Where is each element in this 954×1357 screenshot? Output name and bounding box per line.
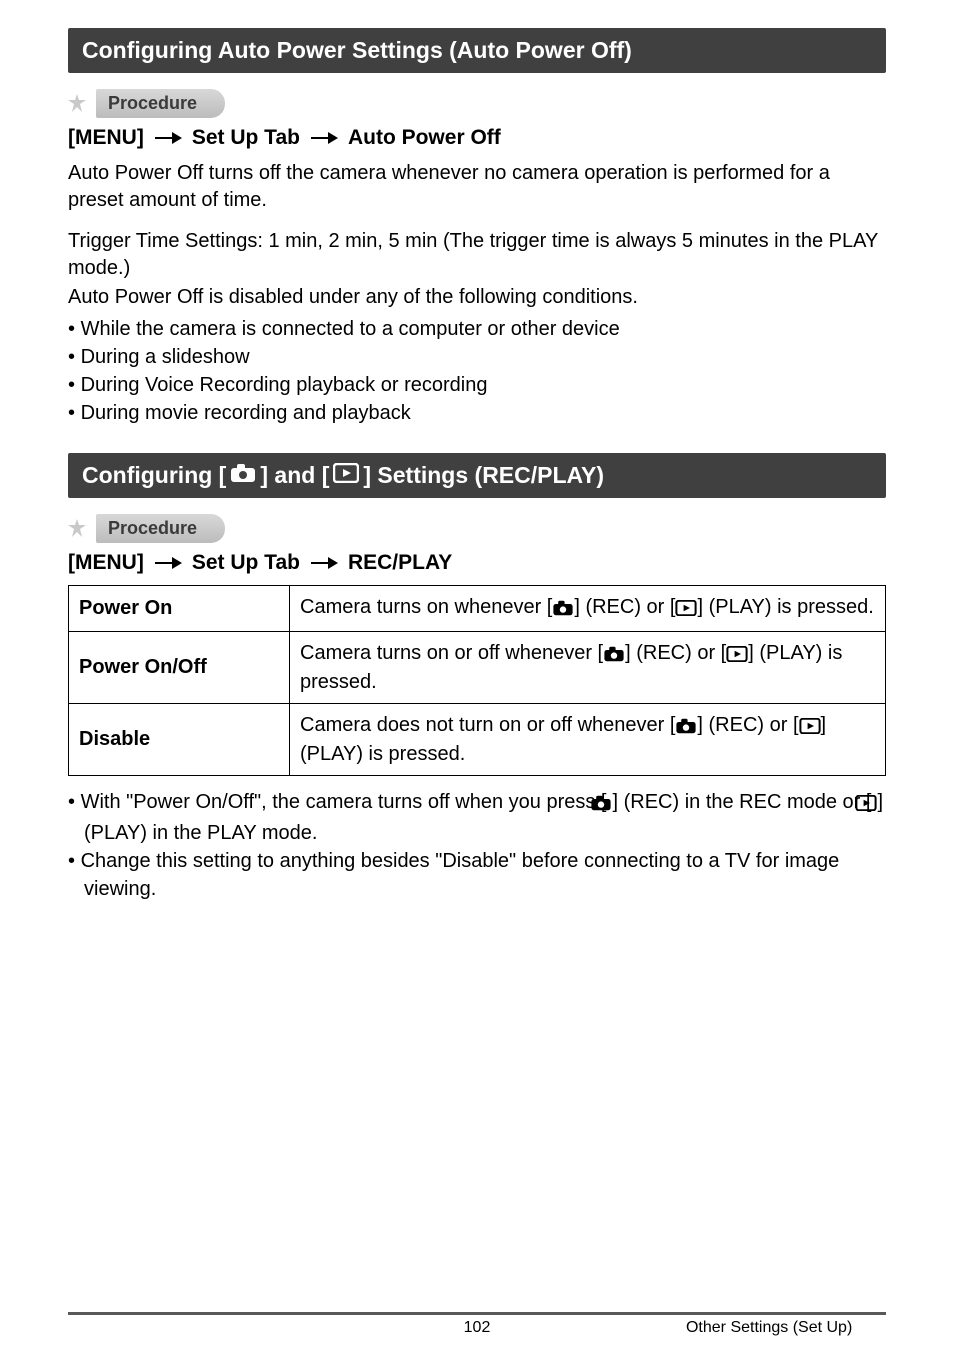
list-item: While the camera is connected to a compu… <box>68 315 886 343</box>
bullet-text: With "Power On/Off", the camera turns of… <box>81 791 607 813</box>
starburst-icon <box>68 94 86 112</box>
camera-rec-icon <box>603 643 625 669</box>
option-label: Disable <box>69 703 290 775</box>
paragraph: Auto Power Off is disabled under any of … <box>68 284 886 311</box>
paragraph: Auto Power Off turns off the camera when… <box>68 160 886 214</box>
menu-path-rec-play: [MENU] Set Up Tab REC/PLAY <box>68 551 886 575</box>
procedure-pill: Procedure <box>96 89 225 118</box>
list-item: During movie recording and playback <box>68 399 886 427</box>
table-row: Power On Camera turns on whenever [ ] (RE… <box>69 585 886 631</box>
bullet-list: While the camera is connected to a compu… <box>68 315 886 427</box>
options-table: Power On Camera turns on whenever [ ] (RE… <box>68 585 886 776</box>
starburst-icon <box>68 519 86 537</box>
section-heading-rec-play: Configuring [ ] and [ ] Settings (REC/PL… <box>68 453 886 498</box>
option-label: Power On/Off <box>69 631 290 703</box>
procedure-pill: Procedure <box>96 514 225 543</box>
option-label: Power On <box>69 585 290 631</box>
desc-text: ] (REC) or [ <box>697 714 798 736</box>
section-title-part: ] and [ <box>260 461 329 490</box>
footer-divider <box>68 1312 886 1315</box>
menu-path-part: Set Up Tab <box>192 126 300 150</box>
desc-text: Camera turns on or off whenever [ <box>300 642 603 664</box>
arrow-right-icon <box>154 554 182 572</box>
menu-path-part: [MENU] <box>68 551 144 575</box>
section-title-part: Configuring [ <box>82 461 226 490</box>
play-icon <box>675 597 697 623</box>
play-icon <box>799 715 821 741</box>
desc-text: Camera does not turn on or off whenever … <box>300 714 675 736</box>
page-footer: 102 Other Settings (Set Up) <box>68 1312 886 1337</box>
list-item: With "Power On/Off", the camera turns of… <box>68 788 886 847</box>
option-description: Camera turns on or off whenever [ ] (REC)… <box>290 631 886 703</box>
desc-text: Camera turns on whenever [ <box>300 596 552 618</box>
section-title: Configuring Auto Power Settings (Auto Po… <box>82 36 632 65</box>
list-item: Change this setting to anything besides … <box>68 847 886 903</box>
option-description: Camera turns on whenever [ ] (REC) or [ ] … <box>290 585 886 631</box>
menu-path-part: Set Up Tab <box>192 551 300 575</box>
list-item: During Voice Recording playback or recor… <box>68 371 886 399</box>
camera-rec-icon <box>230 461 256 490</box>
procedure-label-row: Procedure <box>68 514 886 543</box>
section-title-part: ] Settings (REC/PLAY) <box>363 461 604 490</box>
table-row: Disable Camera does not turn on or off w… <box>69 703 886 775</box>
arrow-right-icon <box>310 129 338 147</box>
table-row: Power On/Off Camera turns on or off when… <box>69 631 886 703</box>
menu-path-part: Auto Power Off <box>348 126 501 150</box>
desc-text: ] (PLAY) is pressed. <box>697 596 873 618</box>
bullet-list: With "Power On/Off", the camera turns of… <box>68 788 886 903</box>
play-icon <box>726 643 748 669</box>
arrow-right-icon <box>154 129 182 147</box>
list-item: During a slideshow <box>68 343 886 371</box>
procedure-label-row: Procedure <box>68 89 886 118</box>
desc-text: ] (REC) or [ <box>625 642 726 664</box>
bullet-text: ] (REC) in the REC mode or [ <box>612 791 871 813</box>
footer-section-label: Other Settings (Set Up) <box>686 1319 886 1337</box>
menu-path-part: REC/PLAY <box>348 551 452 575</box>
section-heading-auto-power-off: Configuring Auto Power Settings (Auto Po… <box>68 28 886 73</box>
desc-text: ] (REC) or [ <box>574 596 675 618</box>
page-number: 102 <box>464 1319 491 1337</box>
play-icon <box>333 461 359 490</box>
menu-path-part: [MENU] <box>68 126 144 150</box>
arrow-right-icon <box>310 554 338 572</box>
menu-path-auto-power-off: [MENU] Set Up Tab Auto Power Off <box>68 126 886 150</box>
camera-rec-icon <box>552 597 574 623</box>
option-description: Camera does not turn on or off whenever … <box>290 703 886 775</box>
paragraph: Trigger Time Settings: 1 min, 2 min, 5 m… <box>68 228 886 282</box>
camera-rec-icon <box>675 715 697 741</box>
